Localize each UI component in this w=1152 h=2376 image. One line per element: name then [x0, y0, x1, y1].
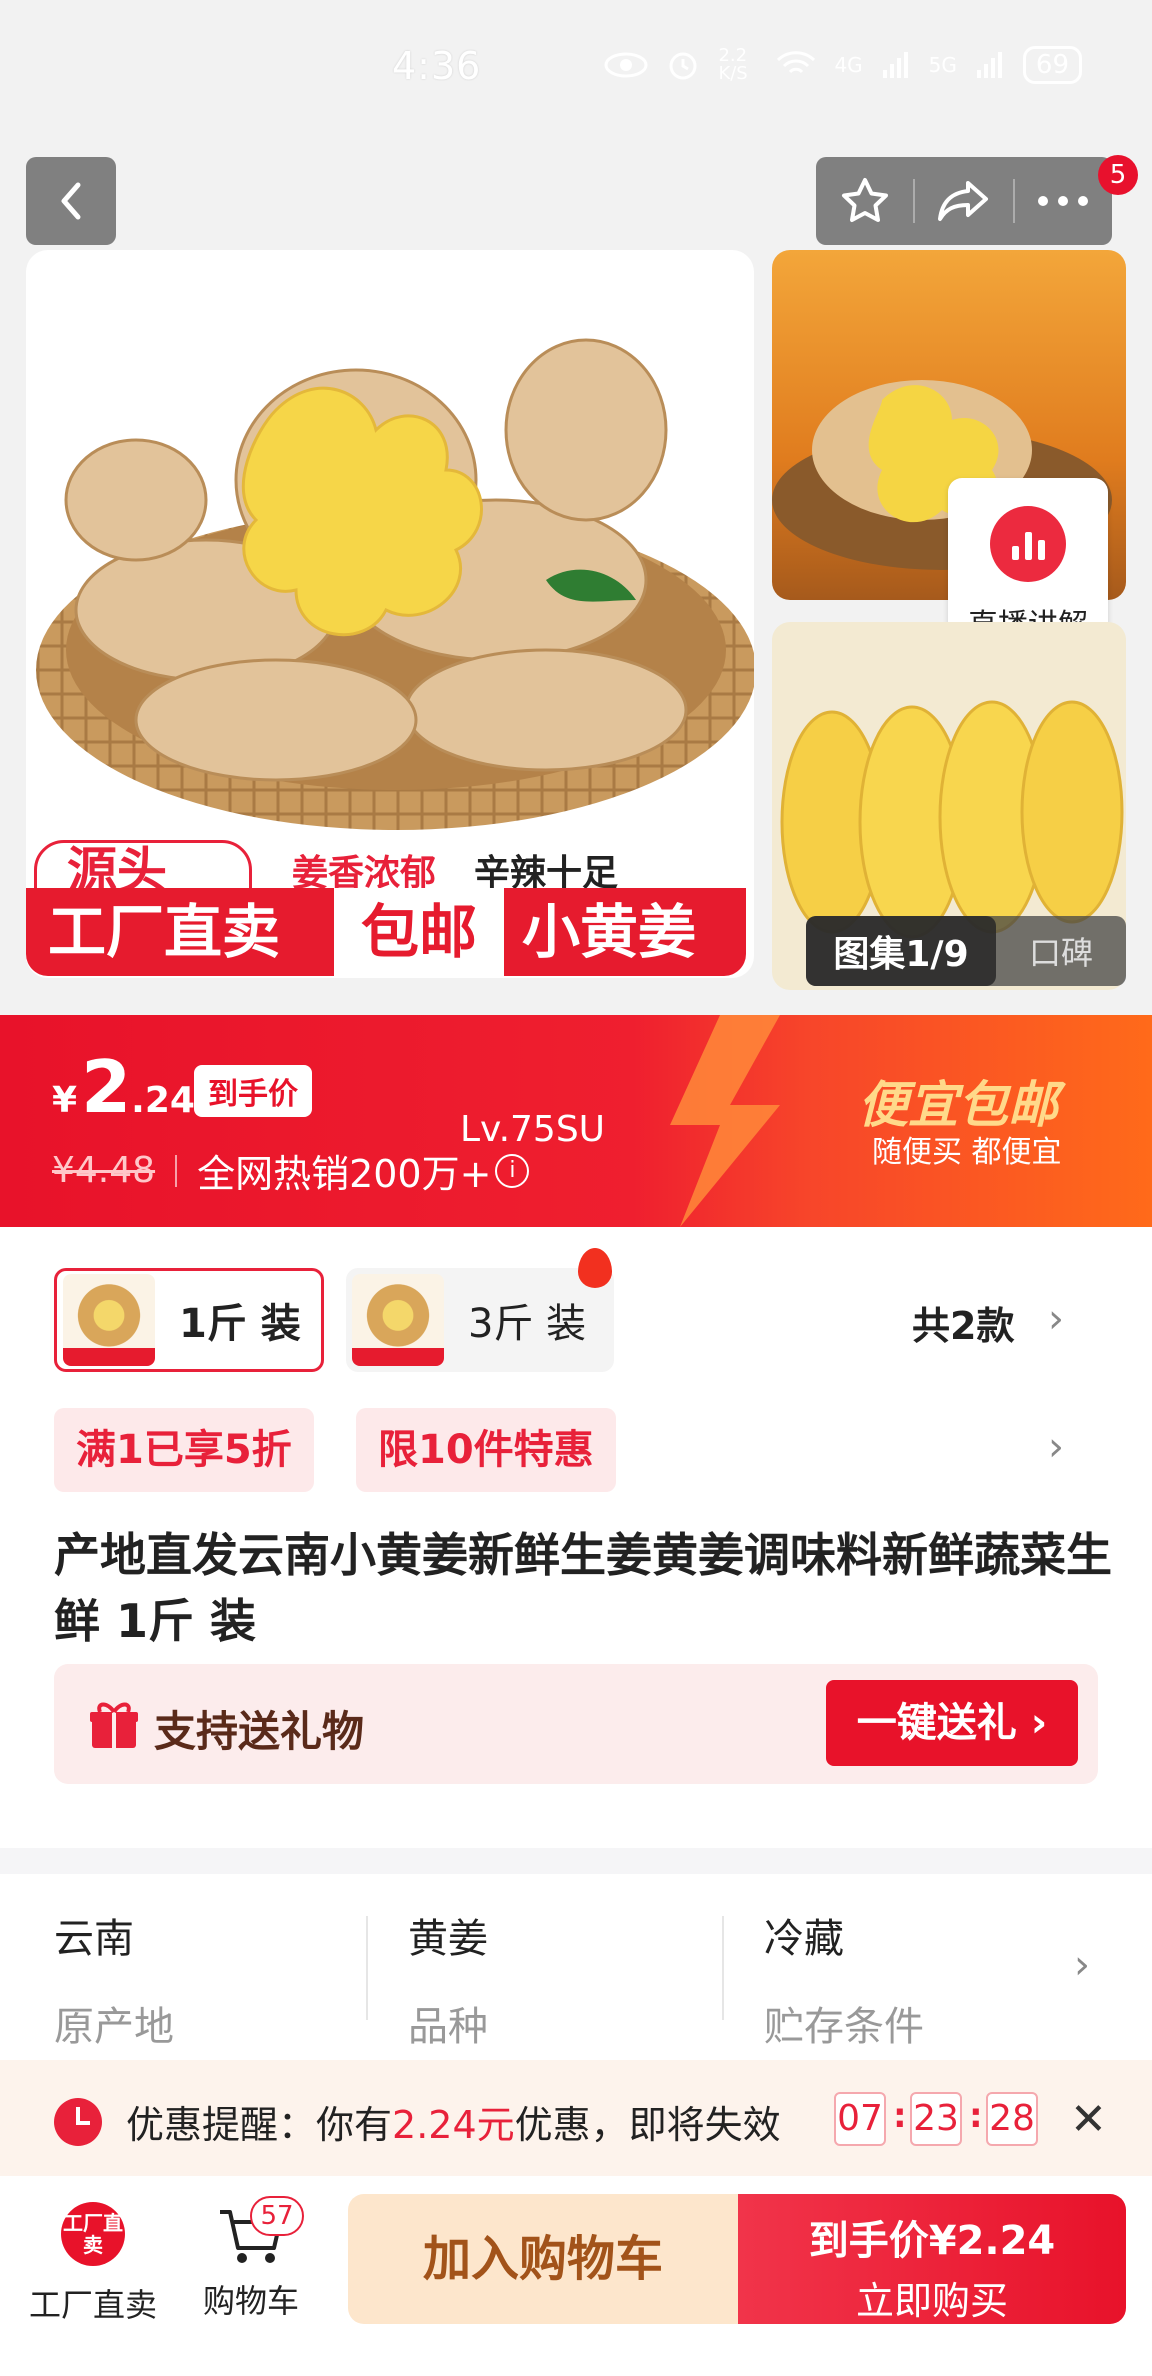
hot-flame-icon	[578, 1248, 612, 1288]
chevron-right-icon[interactable]: ›	[1074, 1942, 1090, 1988]
ginger-illustration	[36, 338, 754, 830]
banner-free-ship: 包邮	[334, 888, 504, 976]
original-price: ¥4.48	[52, 1150, 156, 1191]
header-actions	[816, 157, 1112, 245]
more-badge: 5	[1098, 155, 1138, 195]
final-price: ¥ 2 .24	[52, 1045, 195, 1129]
factory-logo-icon: 工厂直卖	[61, 2202, 125, 2266]
gift-label: 支持送礼物	[154, 1707, 365, 1756]
final-price-label: 到手价	[194, 1065, 312, 1117]
reminder-amount: 2.24元	[392, 2103, 515, 2147]
signal-icon	[882, 52, 908, 78]
price-subline: ¥4.48 全网热销200万+ i	[52, 1143, 530, 1198]
wifi-icon	[777, 51, 816, 74]
close-icon[interactable]: ✕	[1070, 2094, 1107, 2145]
attribute-storage[interactable]: 冷藏 贮存条件	[764, 1906, 924, 2052]
variant-3jin[interactable]: 3斤 装	[346, 1268, 614, 1372]
countdown-seconds: 28	[986, 2092, 1038, 2146]
chevron-right-icon[interactable]: ›	[1048, 1296, 1064, 1342]
battery-icon: 69	[1022, 46, 1082, 84]
attribute-variety[interactable]: 黄姜 品种	[408, 1906, 488, 2052]
divider	[175, 1154, 178, 1187]
countdown-hours: 07	[834, 2092, 886, 2146]
product-title: 产地直发云南小黄姜新鲜生姜黄姜调味料新鲜蔬菜生鲜 1斤 装	[54, 1528, 1112, 1648]
attribute-value: 黄姜	[408, 1916, 488, 1962]
attribute-value: 冷藏	[764, 1916, 844, 1962]
back-icon	[61, 182, 81, 220]
variant-1jin[interactable]: 1斤 装	[54, 1268, 324, 1372]
price-integer: 2	[81, 1045, 132, 1129]
more-icon	[1038, 196, 1089, 206]
signal-5g: 5G	[928, 53, 957, 77]
status-time: 4:36	[392, 44, 482, 88]
star-icon	[841, 178, 888, 222]
buy-now-button[interactable]: 到手价¥2.24 立即购买	[738, 2194, 1126, 2324]
signal-icon-2	[976, 52, 1002, 78]
countdown-minutes: 23	[910, 2092, 962, 2146]
discount-reminder: 优惠提醒：你有2.24元优惠，即将失效 07 : 23 : 28 ✕	[0, 2060, 1152, 2176]
share-button[interactable]	[915, 157, 1012, 245]
chevron-right-icon[interactable]: ›	[1048, 1424, 1064, 1470]
reviews-tab[interactable]: 口碑	[996, 928, 1126, 974]
add-to-cart-button[interactable]: 加入购物车	[348, 2194, 738, 2324]
attribute-key: 品种	[408, 2004, 488, 2050]
variant-thumbnail	[63, 1274, 155, 1366]
section-divider	[0, 1848, 1152, 1874]
countdown-colon: :	[969, 2096, 983, 2136]
gift-icon	[90, 1702, 138, 1748]
banner-factory: 工厂直卖	[26, 888, 334, 976]
variant-count[interactable]: 共2款	[912, 1295, 1014, 1350]
factory-store-button[interactable]: 工厂直卖 工厂直卖	[24, 2196, 162, 2326]
eye-icon	[604, 52, 648, 78]
favorite-button[interactable]	[816, 157, 913, 245]
promo-subtitle: 随便买 都便宜	[872, 1135, 1062, 1170]
reminder-suffix: 优惠，即将失效	[514, 2103, 781, 2147]
attribute-key: 原产地	[54, 2004, 174, 2050]
live-icon	[990, 506, 1066, 582]
variant-label: 3斤 装	[468, 1301, 587, 1347]
status-icons: 2.2 K/S 4G 5G 69	[604, 46, 1082, 84]
sales-text: 全网热销200万+	[197, 1152, 492, 1196]
promo-discount[interactable]: 满1已享5折	[54, 1408, 314, 1492]
attribute-key: 贮存条件	[764, 2004, 924, 2050]
cart-label: 购物车	[202, 2282, 299, 2320]
price-decimal: .24	[131, 1080, 195, 1121]
level-overlay: Lv.75SU	[460, 1109, 606, 1150]
divider	[366, 1916, 368, 2020]
price-banner: ¥ 2 .24 到手价 ¥4.48 全网热销200万+ i Lv.75SU 便宜…	[0, 1015, 1152, 1227]
buy-now-label: 立即购买	[855, 2279, 1008, 2323]
gift-banner[interactable]: 支持送礼物 一键送礼 ›	[54, 1664, 1098, 1784]
variant-label: 1斤 装	[179, 1301, 301, 1347]
send-gift-label: 一键送礼	[856, 1700, 1017, 1746]
share-icon	[937, 181, 988, 221]
attribute-value: 云南	[54, 1916, 134, 1962]
alarm-icon	[669, 52, 697, 80]
gallery-counter[interactable]: 图集1/9 口碑	[806, 916, 1126, 986]
lightning-decoration	[670, 1015, 780, 1227]
back-button[interactable]	[26, 157, 116, 245]
clock-icon	[54, 2098, 102, 2146]
send-gift-button[interactable]: 一键送礼 ›	[826, 1680, 1078, 1766]
gallery-counter-label: 图集1/9	[806, 916, 996, 986]
buy-now-price: 到手价¥2.24	[808, 2218, 1056, 2264]
reminder-prefix: 优惠提醒：你有	[126, 2103, 393, 2147]
variant-thumbnail	[352, 1274, 444, 1366]
info-icon[interactable]: i	[495, 1153, 530, 1188]
net-speed: 2.2 K/S	[718, 45, 748, 84]
price-currency: ¥	[52, 1080, 78, 1121]
divider	[722, 1916, 724, 2020]
signal-4g: 4G	[834, 53, 863, 77]
countdown-colon: :	[893, 2096, 907, 2136]
cart-button[interactable]: 57 购物车	[186, 2196, 316, 2322]
attribute-origin[interactable]: 云南 原产地	[54, 1906, 174, 2052]
promo-limited[interactable]: 限10件特惠	[356, 1408, 616, 1492]
reminder-text: 优惠提醒：你有2.24元优惠，即将失效	[126, 2094, 781, 2149]
bottom-action-bar: 工厂直卖 工厂直卖 57 购物车 加入购物车 到手价¥2.24 立即购买	[0, 2176, 1152, 2376]
factory-store-label: 工厂直卖	[28, 2286, 157, 2324]
status-bar: 4:36 2.2 K/S 4G 5G 69	[0, 0, 1152, 140]
banner-bottom: 工厂直卖 包邮 小黄姜	[26, 888, 746, 976]
cart-count-badge: 57	[250, 2196, 304, 2236]
banner-product: 小黄姜	[504, 888, 746, 976]
